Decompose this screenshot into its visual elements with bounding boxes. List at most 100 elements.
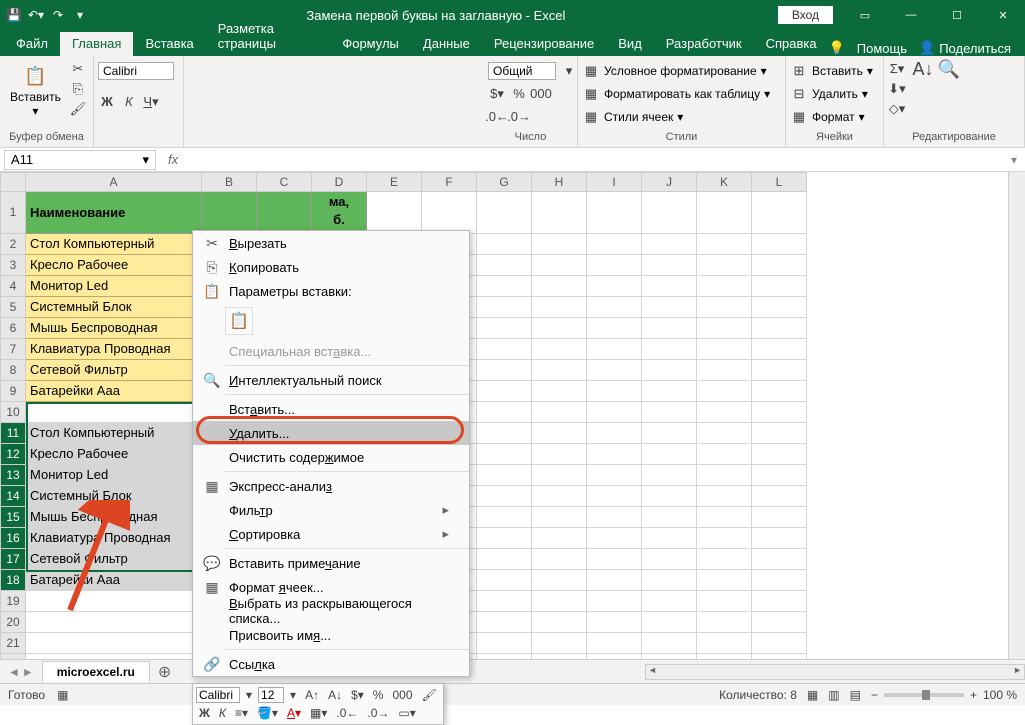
cells-insert-button[interactable]: ⊞Вставить▾ (790, 60, 873, 81)
ctx-sort[interactable]: Сортировка▸ (193, 522, 469, 546)
find-icon[interactable]: 🔍 (940, 60, 958, 78)
share-button[interactable]: 👤 Поделиться (919, 40, 1011, 56)
sheet-tab[interactable]: microexcel.ru (42, 661, 150, 682)
ctx-comment[interactable]: 💬Вставить примечание (193, 551, 469, 575)
save-icon[interactable]: 💾 (6, 7, 22, 23)
tab-file[interactable]: Файл (4, 32, 60, 56)
context-menu: ✂Вырезать ⎘Копировать 📋Параметры вставки… (192, 230, 470, 677)
tab-data[interactable]: Данные (411, 32, 482, 56)
ribbon-tabs: Файл Главная Вставка Разметка страницы Ф… (0, 30, 1025, 56)
paste-button[interactable]: 📋 Вставить▾ (4, 60, 67, 120)
minimize-button[interactable]: — (889, 1, 933, 29)
name-box[interactable]: A11▾ (4, 150, 156, 170)
signin-button[interactable]: Вход (778, 6, 833, 24)
group-clipboard: 📋 Вставить▾ ✂ ⎘ 🖌 Буфер обмена (0, 56, 94, 147)
zoom-slider[interactable] (884, 693, 964, 697)
decrease-font-icon[interactable]: A↓ (325, 687, 345, 703)
cells-delete-button[interactable]: ⊟Удалить▾ (790, 83, 868, 104)
mini-format-painter-icon[interactable]: 🖌 (419, 687, 440, 703)
cells-format-button[interactable]: ▦Формат▾ (790, 106, 865, 127)
close-button[interactable]: ✕ (981, 1, 1025, 29)
cell-styles-button[interactable]: ▦Стили ячеек▾ (582, 106, 683, 127)
ctx-paste-options-label: 📋Параметры вставки: (193, 279, 469, 303)
view-normal-icon[interactable]: ▦ (807, 688, 818, 702)
ctx-cut[interactable]: ✂Вырезать (193, 231, 469, 255)
view-layout-icon[interactable]: ▥ (828, 688, 839, 702)
help-link[interactable]: Помощь (857, 41, 907, 56)
copy-icon[interactable]: ⎘ (69, 80, 87, 98)
qat-dropdown-icon[interactable]: ▾ (72, 7, 88, 23)
title-bar: 💾 ↶▾ ↷ ▾ Замена первой буквы на заглавну… (0, 0, 1025, 30)
ribbon-display-icon[interactable]: ▭ (843, 1, 887, 29)
vertical-scrollbar[interactable] (1008, 172, 1025, 659)
conditional-format-button[interactable]: ▦Условное форматирование▾ (582, 60, 767, 81)
maximize-button[interactable]: ☐ (935, 1, 979, 29)
mini-comma-icon[interactable]: 000 (389, 687, 415, 703)
mini-font-size[interactable] (258, 687, 284, 703)
format-cells-icon: ▦ (199, 579, 225, 596)
tab-layout[interactable]: Разметка страницы (206, 17, 331, 56)
font-name-input[interactable] (98, 62, 174, 80)
formula-bar: A11▾ fx ▾ (0, 148, 1025, 172)
percent-icon[interactable]: % (510, 85, 528, 103)
tell-me-icon[interactable]: 💡 (829, 40, 845, 56)
tab-review[interactable]: Рецензирование (482, 32, 606, 56)
autosum-icon[interactable]: Σ▾ (888, 60, 906, 78)
underline-button[interactable]: Ч▾ (142, 93, 160, 111)
format-painter-icon[interactable]: 🖌 (69, 100, 87, 118)
clear-icon[interactable]: ◇▾ (888, 100, 906, 118)
ctx-copy[interactable]: ⎘Копировать (193, 255, 469, 279)
tab-insert[interactable]: Вставка (133, 32, 205, 56)
zoom-out-button[interactable]: − (871, 688, 878, 702)
paste-option-icon[interactable]: 📋 (225, 307, 253, 335)
ctx-filter[interactable]: Фильтр▸ (193, 498, 469, 522)
bold-button[interactable]: Ж (98, 93, 116, 111)
increase-font-icon[interactable]: A↑ (302, 687, 322, 703)
horizontal-scrollbar[interactable] (645, 664, 1025, 680)
currency-icon[interactable]: $▾ (488, 85, 506, 103)
mini-currency-icon[interactable]: $▾ (348, 687, 367, 703)
view-pagebreak-icon[interactable]: ▤ (850, 688, 861, 702)
italic-button[interactable]: К (120, 93, 138, 111)
zoom-in-button[interactable]: + (970, 688, 977, 702)
increase-decimal-icon[interactable]: .0← (488, 108, 506, 126)
fx-icon[interactable]: fx (160, 152, 186, 167)
tab-developer[interactable]: Разработчик (654, 32, 754, 56)
sort-filter-icon[interactable]: A↓ (914, 60, 932, 78)
ctx-link[interactable]: 🔗Ссылка (193, 652, 469, 676)
mini-percent-icon[interactable]: % (370, 687, 387, 703)
ctx-smart-lookup[interactable]: 🔍Интеллектуальный поиск (193, 368, 469, 392)
format-as-table-button[interactable]: ▦Форматировать как таблицу▾ (582, 83, 770, 104)
window-title: Замена первой буквы на заглавную - Excel (94, 8, 778, 23)
grid[interactable]: ABCDEFGHIJKL1Наименованиема,б.2Стол Комп… (0, 172, 1025, 659)
comment-icon: 💬 (199, 555, 225, 572)
ctx-delete[interactable]: Удалить... (193, 421, 469, 445)
mini-font-name[interactable] (196, 687, 240, 703)
status-count: Количество: 8 (719, 688, 797, 702)
tab-view[interactable]: Вид (606, 32, 654, 56)
fill-icon[interactable]: ⬇▾ (888, 80, 906, 98)
window-buttons: Вход ▭ — ☐ ✕ (778, 1, 1025, 29)
add-sheet-button[interactable]: ⊕ (150, 662, 179, 682)
ctx-insert[interactable]: Вставить... (193, 397, 469, 421)
paste-icon: 📋 (199, 283, 225, 300)
comma-icon[interactable]: 000 (532, 85, 550, 103)
tab-help[interactable]: Справка (754, 32, 829, 56)
redo-icon[interactable]: ↷ (50, 7, 66, 23)
sheet-nav-prev-icon[interactable]: ◄ (8, 665, 20, 679)
ctx-quick-analysis[interactable]: ▦Экспресс-анализ (193, 474, 469, 498)
number-format-select[interactable] (488, 62, 556, 80)
zoom-level: 100 % (983, 688, 1017, 702)
tab-formulas[interactable]: Формулы (330, 32, 411, 56)
formula-expand-icon[interactable]: ▾ (1003, 153, 1025, 167)
ctx-dropdown-list[interactable]: Выбрать из раскрывающегося списка... (193, 599, 469, 623)
decrease-decimal-icon[interactable]: .0→ (510, 108, 528, 126)
tab-home[interactable]: Главная (60, 32, 133, 56)
cut-icon[interactable]: ✂ (69, 60, 87, 78)
ctx-define-name[interactable]: Присвоить имя... (193, 623, 469, 647)
macro-record-icon[interactable]: ▦ (57, 688, 68, 702)
ctx-clear[interactable]: Очистить содержимое (193, 445, 469, 469)
status-bar: Готово ▦ Количество: 8 ▦ ▥ ▤ − + 100 % (0, 683, 1025, 705)
undo-icon[interactable]: ↶▾ (28, 7, 44, 23)
sheet-nav-next-icon[interactable]: ► (22, 665, 34, 679)
